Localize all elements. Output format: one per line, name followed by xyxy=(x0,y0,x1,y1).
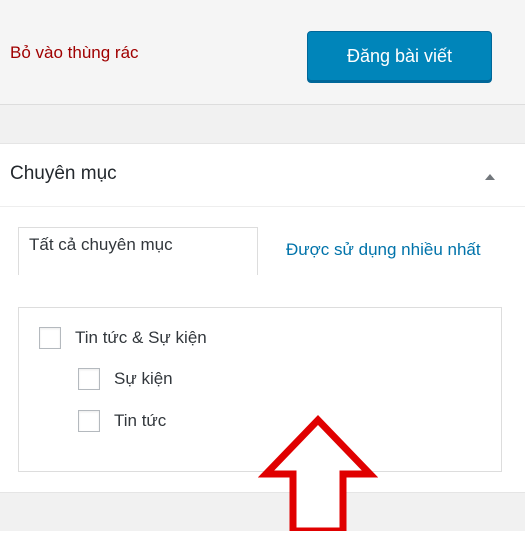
red-up-arrow-icon xyxy=(257,414,379,535)
triangle-up-icon[interactable] xyxy=(478,166,502,186)
publish-button[interactable]: Đăng bài viết xyxy=(307,31,492,81)
category-item-su-kien[interactable]: Sự kiện xyxy=(78,368,173,390)
tab-most-used-label: Được sử dụng nhiều nhất xyxy=(286,240,481,259)
publish-actions: Bỏ vào thùng rác Đăng bài viết xyxy=(0,0,525,105)
move-to-trash-link[interactable]: Bỏ vào thùng rác xyxy=(10,43,139,63)
category-item-tin-tuc[interactable]: Tin tức xyxy=(78,410,166,432)
categories-title: Chuyên mục xyxy=(10,163,117,184)
category-label: Sự kiện xyxy=(114,369,173,388)
category-item-tin-tuc-su-kien[interactable]: Tin tức & Sự kiện xyxy=(39,327,207,349)
category-label: Tin tức xyxy=(114,411,167,430)
categories-header[interactable]: Chuyên mục xyxy=(0,144,525,207)
category-label: Tin tức & Sự kiện xyxy=(75,328,207,347)
tab-all-categories-label: Tất cả chuyên mục xyxy=(29,235,173,254)
panel-separator xyxy=(0,105,525,143)
category-checkbox[interactable] xyxy=(78,410,100,432)
category-checkbox[interactable] xyxy=(78,368,100,390)
tab-all-categories[interactable]: Tất cả chuyên mục xyxy=(18,227,258,275)
category-checkbox[interactable] xyxy=(39,327,61,349)
